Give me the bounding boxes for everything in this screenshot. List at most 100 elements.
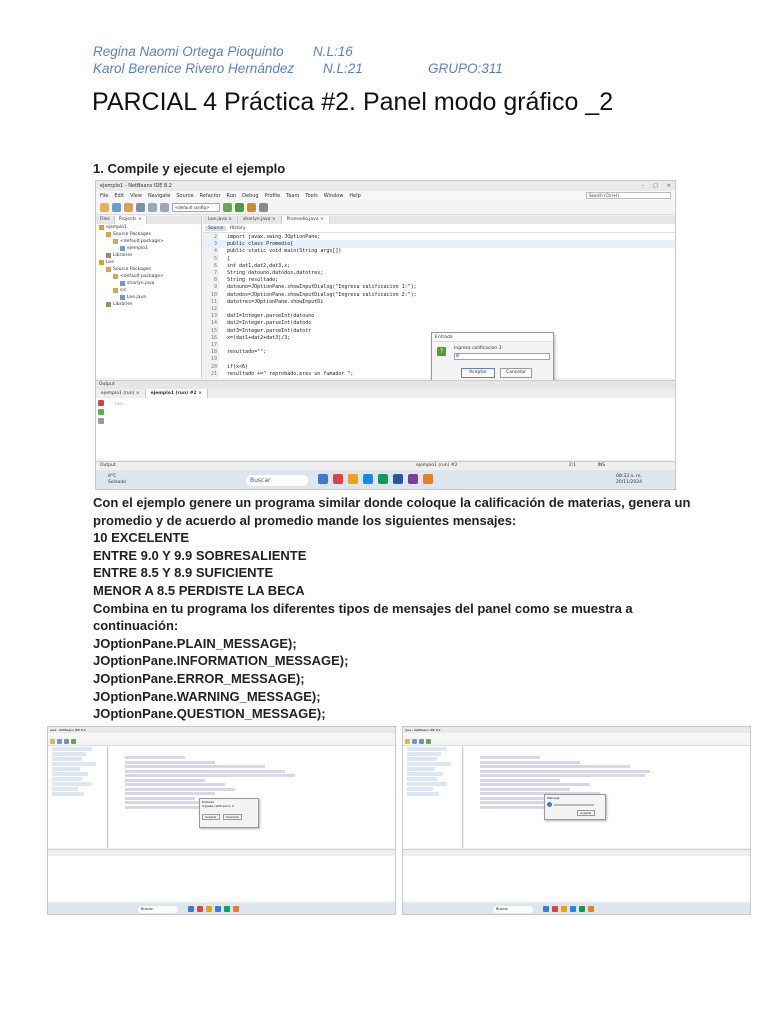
code-text: int dat1,dat2,dat3,x;: [227, 262, 291, 269]
tab-projects[interactable]: Projects ×: [114, 216, 147, 224]
file-explorer-icon[interactable]: [348, 474, 358, 484]
window-controls: – □ ✕: [642, 183, 671, 189]
rerun-icon[interactable]: [98, 409, 104, 415]
tree-item[interactable]: Libraries: [96, 301, 201, 308]
open-project-icon[interactable]: [124, 202, 133, 212]
tab-files[interactable]: Files: [96, 216, 115, 224]
menu-tools[interactable]: Tools: [305, 193, 317, 199]
combine-paragraph: Combina en tu programa los diferentes ti…: [93, 600, 633, 634]
tree-item[interactable]: Source Packages: [96, 231, 201, 238]
tree-item[interactable]: src: [96, 287, 201, 294]
start-icon[interactable]: [318, 474, 328, 484]
mini-cancel-button[interactable]: Cancelar: [222, 814, 242, 820]
debug-icon[interactable]: [247, 202, 256, 212]
menu-window[interactable]: Window: [324, 193, 344, 199]
new-file-icon[interactable]: [112, 202, 121, 212]
toolbar-icon: [412, 739, 417, 744]
menu-file[interactable]: File: [100, 193, 108, 199]
ide-search-input[interactable]: Search (Ctrl+I): [586, 192, 671, 199]
edge-icon[interactable]: [363, 474, 373, 484]
java-file-icon: [120, 281, 125, 286]
editor-toolbar: Source History: [203, 224, 675, 233]
dialog-prompt: Ingresa calificacion 3:: [454, 346, 504, 351]
new-project-icon[interactable]: [100, 202, 109, 212]
menu-run[interactable]: Run: [227, 193, 237, 199]
mini-dialog-title: Mensaje: [547, 796, 560, 800]
tab-sharlyn-java[interactable]: sharlyn.java ×: [238, 216, 282, 224]
redo-icon[interactable]: [160, 202, 169, 212]
tree-item[interactable]: ejemplo1: [96, 224, 201, 231]
output-tab-run[interactable]: ejemplo1 (run) ×: [96, 389, 146, 398]
menu-navigate[interactable]: Navigate: [148, 193, 170, 199]
mini-accept-button[interactable]: Aceptar: [577, 810, 595, 816]
mini-toolbar: [403, 738, 750, 746]
weather-widget[interactable]: 9°C Soleado: [108, 474, 126, 486]
menu-refactor[interactable]: Refactor: [200, 193, 221, 199]
author-name-2: Karol Berenice Rivero Hernández: [93, 61, 295, 76]
tree-item[interactable]: ejemplo1: [96, 245, 201, 252]
undo-icon[interactable]: [148, 202, 157, 212]
mini-input-dialog: Entrada Ingresa calificacion 3: Aceptar …: [199, 798, 259, 828]
mini-message-dialog: Mensaje Aceptar: [544, 794, 606, 820]
stop-icon[interactable]: [98, 400, 104, 406]
tree-item[interactable]: Lee: [96, 259, 201, 266]
mini-toolbar: [48, 738, 395, 746]
chrome-icon[interactable]: [378, 474, 388, 484]
app-icon[interactable]: [333, 474, 343, 484]
status-output[interactable]: Output: [100, 463, 116, 468]
code-editor: Lee.java × sharlyn.java × Promedio.java …: [203, 216, 675, 383]
tree-item[interactable]: <default package>: [96, 238, 201, 245]
output-tab-run-2[interactable]: ejemplo1 (run) #2 ×: [145, 389, 209, 398]
menu-edit[interactable]: Edit: [114, 193, 124, 199]
package-folder-icon: [106, 232, 111, 237]
minimize-icon[interactable]: –: [642, 183, 645, 189]
history-view-button[interactable]: History: [229, 226, 245, 231]
taskbar-search[interactable]: Buscar: [246, 475, 308, 486]
ide-toolbar: <default config>: [96, 200, 675, 215]
netbeans-icon[interactable]: [423, 474, 433, 484]
maximize-icon[interactable]: □: [653, 183, 658, 189]
menu-source[interactable]: Source: [176, 193, 193, 199]
tree-item[interactable]: <default package>: [96, 273, 201, 280]
app-icon[interactable]: [408, 474, 418, 484]
project-icon: [99, 225, 104, 230]
tab-lee-java[interactable]: Lee.java ×: [203, 216, 239, 224]
menu-team[interactable]: Team: [286, 193, 299, 199]
tree-item[interactable]: Source Packages: [96, 266, 201, 273]
ide-screenshot: ejemplo1 - NetBeans IDE 8.2 – □ ✕ File E…: [95, 180, 676, 490]
menu-help[interactable]: Help: [349, 193, 360, 199]
build-icon[interactable]: [223, 202, 232, 212]
mini-taskbar-search[interactable]: Buscar: [138, 906, 178, 913]
tab-promedio-java[interactable]: Promedio.java ×: [281, 216, 330, 224]
close-icon[interactable]: ✕: [667, 183, 671, 189]
menu-profile[interactable]: Profile: [265, 193, 281, 199]
libraries-icon: [106, 302, 111, 307]
save-all-icon[interactable]: [136, 202, 145, 212]
mini-taskbar-search[interactable]: Buscar: [493, 906, 533, 913]
status-right: ejemplo1 (run) #2 2:1 INS: [416, 462, 605, 470]
cancel-button[interactable]: Cancelar: [500, 368, 532, 378]
status-process[interactable]: ejemplo1 (run) #2: [416, 463, 457, 468]
mini-accept-button[interactable]: Aceptar: [202, 814, 220, 820]
accept-button[interactable]: Aceptar: [461, 368, 495, 378]
project-icon: [99, 260, 104, 265]
source-view-button[interactable]: Source: [205, 225, 227, 231]
code-text: datodos=JOptionPane.showInputDialog("Ing…: [227, 291, 417, 298]
tree-item[interactable]: sharlyn.java: [96, 280, 201, 287]
profile-icon[interactable]: [259, 202, 268, 212]
tree-item[interactable]: Lee.java: [96, 294, 201, 301]
dialog-input[interactable]: 8: [454, 353, 550, 360]
package-icon: [113, 274, 118, 279]
page-title: PARCIAL 4 Práctica #2. Panel modo gráfic…: [92, 88, 614, 116]
code-text: resultado="";: [227, 349, 267, 356]
config-select[interactable]: <default config>: [172, 202, 220, 212]
word-icon[interactable]: [393, 474, 403, 484]
menu-view[interactable]: View: [130, 193, 142, 199]
input-dialog: Entrada ? Ingresa calificacion 3: 8 Acep…: [431, 332, 554, 383]
clear-icon[interactable]: [98, 418, 104, 424]
tree-item[interactable]: Libraries: [96, 252, 201, 259]
system-tray[interactable]: 08:33 a. m. 20/11/2024: [616, 474, 642, 486]
mini-taskbar: Buscar: [403, 903, 750, 914]
run-icon[interactable]: [235, 202, 244, 212]
menu-debug[interactable]: Debug: [242, 193, 258, 199]
